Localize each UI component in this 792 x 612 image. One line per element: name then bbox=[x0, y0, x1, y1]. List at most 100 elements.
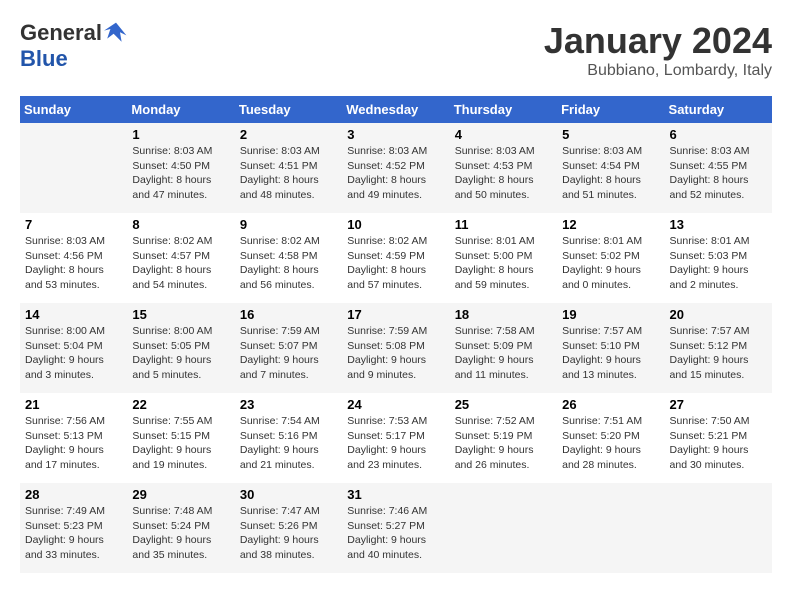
day-info: Sunrise: 7:56 AMSunset: 5:13 PMDaylight:… bbox=[25, 415, 105, 471]
day-number: 10 bbox=[347, 217, 444, 232]
day-cell: 16Sunrise: 7:59 AMSunset: 5:07 PMDayligh… bbox=[235, 303, 342, 393]
week-row-2: 7Sunrise: 8:03 AMSunset: 4:56 PMDaylight… bbox=[20, 213, 772, 303]
day-number: 1 bbox=[132, 127, 229, 142]
day-info: Sunrise: 8:00 AMSunset: 5:04 PMDaylight:… bbox=[25, 325, 105, 381]
day-cell: 24Sunrise: 7:53 AMSunset: 5:17 PMDayligh… bbox=[342, 393, 449, 483]
day-number: 19 bbox=[562, 307, 659, 322]
day-number: 3 bbox=[347, 127, 444, 142]
day-cell: 19 Sunrise: 7:57 AMSunset: 5:10 PMDayligh… bbox=[557, 303, 664, 393]
day-info: Sunrise: 7:57 AMSunset: 5:12 PMDaylight:… bbox=[670, 325, 750, 381]
day-info: Sunrise: 7:50 AMSunset: 5:21 PMDaylight:… bbox=[670, 415, 750, 471]
weekday-header-friday: Friday bbox=[557, 96, 664, 123]
day-number: 11 bbox=[455, 217, 552, 232]
day-info: Sunrise: 7:54 AMSunset: 5:16 PMDaylight:… bbox=[240, 415, 320, 471]
day-info: Sunrise: 8:02 AMSunset: 4:58 PMDaylight:… bbox=[240, 235, 320, 291]
weekday-header-saturday: Saturday bbox=[665, 96, 772, 123]
day-number: 8 bbox=[132, 217, 229, 232]
day-cell bbox=[20, 123, 127, 213]
day-number: 20 bbox=[670, 307, 767, 322]
day-info: Sunrise: 7:55 AMSunset: 5:15 PMDaylight:… bbox=[132, 415, 212, 471]
week-row-1: 1 Sunrise: 8:03 AMSunset: 4:50 PMDaylight… bbox=[20, 123, 772, 213]
day-cell: 31Sunrise: 7:46 AMSunset: 5:27 PMDayligh… bbox=[342, 483, 449, 573]
day-cell: 18 Sunrise: 7:58 AMSunset: 5:09 PMDayligh… bbox=[450, 303, 557, 393]
day-info: Sunrise: 7:47 AMSunset: 5:26 PMDaylight:… bbox=[240, 505, 320, 561]
day-info: Sunrise: 7:48 AMSunset: 5:24 PMDaylight:… bbox=[132, 505, 212, 561]
day-number: 18 bbox=[455, 307, 552, 322]
day-info: Sunrise: 7:51 AMSunset: 5:20 PMDaylight:… bbox=[562, 415, 642, 471]
day-number: 6 bbox=[670, 127, 767, 142]
day-cell: 13Sunrise: 8:01 AMSunset: 5:03 PMDayligh… bbox=[665, 213, 772, 303]
weekday-header-wednesday: Wednesday bbox=[342, 96, 449, 123]
month-title: January 2024 bbox=[544, 20, 772, 62]
weekday-header-row: SundayMondayTuesdayWednesdayThursdayFrid… bbox=[20, 96, 772, 123]
day-info: Sunrise: 7:59 AMSunset: 5:07 PMDaylight:… bbox=[240, 325, 320, 381]
day-cell: 30 Sunrise: 7:47 AMSunset: 5:26 PMDayligh… bbox=[235, 483, 342, 573]
day-number: 29 bbox=[132, 487, 229, 502]
day-cell bbox=[450, 483, 557, 573]
calendar-table: SundayMondayTuesdayWednesdayThursdayFrid… bbox=[20, 96, 772, 573]
day-cell: 28 Sunrise: 7:49 AMSunset: 5:23 PMDayligh… bbox=[20, 483, 127, 573]
day-cell: 12 Sunrise: 8:01 AMSunset: 5:02 PMDayligh… bbox=[557, 213, 664, 303]
day-number: 27 bbox=[670, 397, 767, 412]
day-cell bbox=[665, 483, 772, 573]
logo-general-text: General bbox=[20, 20, 102, 46]
weekday-header-sunday: Sunday bbox=[20, 96, 127, 123]
day-cell: 29 Sunrise: 7:48 AMSunset: 5:24 PMDayligh… bbox=[127, 483, 234, 573]
day-number: 17 bbox=[347, 307, 444, 322]
day-cell: 22Sunrise: 7:55 AMSunset: 5:15 PMDayligh… bbox=[127, 393, 234, 483]
day-info: Sunrise: 7:59 AMSunset: 5:08 PMDaylight:… bbox=[347, 325, 427, 381]
day-info: Sunrise: 8:02 AMSunset: 4:59 PMDaylight:… bbox=[347, 235, 427, 291]
day-info: Sunrise: 8:00 AMSunset: 5:05 PMDaylight:… bbox=[132, 325, 212, 381]
location: Bubbiano, Lombardy, Italy bbox=[544, 62, 772, 80]
logo-bird-icon bbox=[104, 21, 128, 45]
day-number: 28 bbox=[25, 487, 122, 502]
day-number: 23 bbox=[240, 397, 337, 412]
day-cell: 11 Sunrise: 8:01 AMSunset: 5:00 PMDayligh… bbox=[450, 213, 557, 303]
day-info: Sunrise: 7:49 AMSunset: 5:23 PMDaylight:… bbox=[25, 505, 105, 561]
day-cell: 21 Sunrise: 7:56 AMSunset: 5:13 PMDayligh… bbox=[20, 393, 127, 483]
day-cell: 10 Sunrise: 8:02 AMSunset: 4:59 PMDayligh… bbox=[342, 213, 449, 303]
day-info: Sunrise: 7:52 AMSunset: 5:19 PMDaylight:… bbox=[455, 415, 535, 471]
day-info: Sunrise: 8:03 AMSunset: 4:52 PMDaylight:… bbox=[347, 145, 427, 201]
week-row-4: 21 Sunrise: 7:56 AMSunset: 5:13 PMDayligh… bbox=[20, 393, 772, 483]
weekday-header-monday: Monday bbox=[127, 96, 234, 123]
day-number: 2 bbox=[240, 127, 337, 142]
day-cell: 7Sunrise: 8:03 AMSunset: 4:56 PMDaylight… bbox=[20, 213, 127, 303]
day-number: 14 bbox=[25, 307, 122, 322]
day-cell: 15 Sunrise: 8:00 AMSunset: 5:05 PMDayligh… bbox=[127, 303, 234, 393]
day-number: 30 bbox=[240, 487, 337, 502]
day-cell bbox=[557, 483, 664, 573]
day-info: Sunrise: 8:01 AMSunset: 5:03 PMDaylight:… bbox=[670, 235, 750, 291]
day-number: 5 bbox=[562, 127, 659, 142]
logo: General Blue bbox=[20, 20, 128, 72]
day-number: 12 bbox=[562, 217, 659, 232]
day-cell: 1 Sunrise: 8:03 AMSunset: 4:50 PMDaylight… bbox=[127, 123, 234, 213]
day-cell: 14 Sunrise: 8:00 AMSunset: 5:04 PMDayligh… bbox=[20, 303, 127, 393]
day-info: Sunrise: 7:46 AMSunset: 5:27 PMDaylight:… bbox=[347, 505, 427, 561]
day-info: Sunrise: 8:03 AMSunset: 4:56 PMDaylight:… bbox=[25, 235, 105, 291]
day-cell: 9Sunrise: 8:02 AMSunset: 4:58 PMDaylight… bbox=[235, 213, 342, 303]
day-info: Sunrise: 8:01 AMSunset: 5:02 PMDaylight:… bbox=[562, 235, 642, 291]
day-cell: 20 Sunrise: 7:57 AMSunset: 5:12 PMDayligh… bbox=[665, 303, 772, 393]
day-number: 26 bbox=[562, 397, 659, 412]
day-info: Sunrise: 7:58 AMSunset: 5:09 PMDaylight:… bbox=[455, 325, 535, 381]
day-number: 15 bbox=[132, 307, 229, 322]
day-number: 25 bbox=[455, 397, 552, 412]
day-info: Sunrise: 7:53 AMSunset: 5:17 PMDaylight:… bbox=[347, 415, 427, 471]
day-cell: 26 Sunrise: 7:51 AMSunset: 5:20 PMDayligh… bbox=[557, 393, 664, 483]
day-cell: 2Sunrise: 8:03 AMSunset: 4:51 PMDaylight… bbox=[235, 123, 342, 213]
day-cell: 27 Sunrise: 7:50 AMSunset: 5:21 PMDayligh… bbox=[665, 393, 772, 483]
day-info: Sunrise: 8:03 AMSunset: 4:53 PMDaylight:… bbox=[455, 145, 535, 201]
day-info: Sunrise: 8:01 AMSunset: 5:00 PMDaylight:… bbox=[455, 235, 535, 291]
day-info: Sunrise: 8:03 AMSunset: 4:55 PMDaylight:… bbox=[670, 145, 750, 201]
day-cell: 17 Sunrise: 7:59 AMSunset: 5:08 PMDayligh… bbox=[342, 303, 449, 393]
day-cell: 3 Sunrise: 8:03 AMSunset: 4:52 PMDaylight… bbox=[342, 123, 449, 213]
day-info: Sunrise: 8:03 AMSunset: 4:50 PMDaylight:… bbox=[132, 145, 212, 201]
week-row-3: 14 Sunrise: 8:00 AMSunset: 5:04 PMDayligh… bbox=[20, 303, 772, 393]
day-number: 21 bbox=[25, 397, 122, 412]
day-info: Sunrise: 7:57 AMSunset: 5:10 PMDaylight:… bbox=[562, 325, 642, 381]
week-row-5: 28 Sunrise: 7:49 AMSunset: 5:23 PMDayligh… bbox=[20, 483, 772, 573]
day-cell: 5 Sunrise: 8:03 AMSunset: 4:54 PMDaylight… bbox=[557, 123, 664, 213]
weekday-header-thursday: Thursday bbox=[450, 96, 557, 123]
day-info: Sunrise: 8:03 AMSunset: 4:54 PMDaylight:… bbox=[562, 145, 642, 201]
